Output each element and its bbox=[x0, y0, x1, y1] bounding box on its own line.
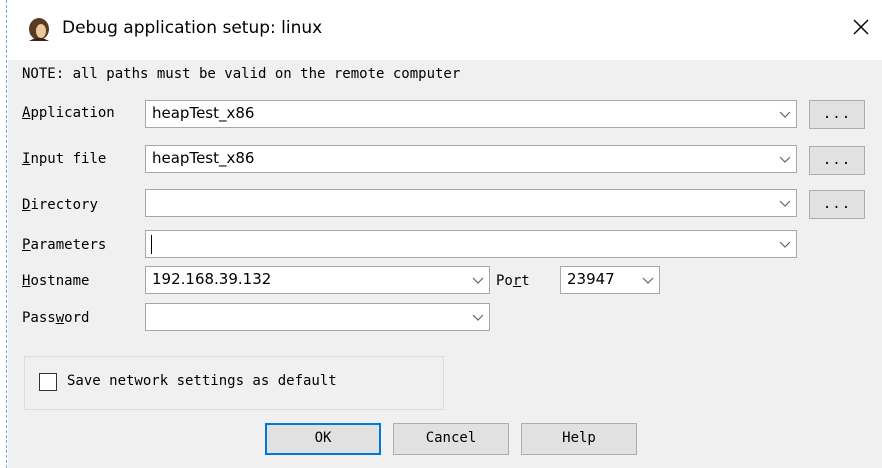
password-combo[interactable] bbox=[145, 303, 490, 331]
application-value: heapTest_x86 bbox=[152, 104, 255, 122]
input-file-combo[interactable]: heapTest_x86 bbox=[145, 145, 797, 173]
save-default-checkbox[interactable] bbox=[39, 373, 57, 391]
chevron-down-icon[interactable] bbox=[778, 107, 792, 121]
dialog-body: NOTE: all paths must be valid on the rem… bbox=[8, 60, 882, 468]
window-title: Debug application setup: linux bbox=[62, 18, 323, 38]
close-icon[interactable] bbox=[846, 12, 876, 42]
cancel-button[interactable]: Cancel bbox=[393, 423, 509, 455]
input-file-value: heapTest_x86 bbox=[152, 149, 255, 167]
port-label: Port bbox=[496, 273, 530, 289]
password-label: Password bbox=[22, 310, 90, 326]
save-default-label[interactable]: Save network settings as default bbox=[67, 373, 337, 389]
save-settings-group: Save network settings as default bbox=[24, 356, 444, 410]
parameters-combo[interactable] bbox=[145, 230, 797, 258]
ok-button[interactable]: OK bbox=[265, 423, 381, 455]
input-file-browse-button[interactable]: ... bbox=[809, 146, 865, 175]
hostname-label: Hostname bbox=[22, 273, 90, 289]
window-edge bbox=[6, 0, 7, 468]
chevron-down-icon[interactable] bbox=[778, 196, 792, 210]
port-value: 23947 bbox=[567, 270, 615, 288]
parameters-label: Parameters bbox=[22, 237, 107, 253]
application-browse-button[interactable]: ... bbox=[809, 100, 865, 129]
directory-browse-button[interactable]: ... bbox=[809, 190, 865, 219]
help-button[interactable]: Help bbox=[521, 423, 637, 455]
ida-debugger-icon bbox=[26, 17, 52, 43]
chevron-down-icon[interactable] bbox=[471, 310, 485, 324]
chevron-down-icon[interactable] bbox=[641, 273, 655, 287]
text-caret bbox=[151, 235, 152, 254]
directory-label: Directory bbox=[22, 197, 98, 213]
application-combo[interactable]: heapTest_x86 bbox=[145, 100, 797, 128]
hostname-value: 192.168.39.132 bbox=[152, 270, 272, 288]
note-text: NOTE: all paths must be valid on the rem… bbox=[22, 66, 461, 82]
application-label: Application bbox=[22, 105, 115, 121]
input-file-label: Input file bbox=[22, 151, 107, 167]
hostname-combo[interactable]: 192.168.39.132 bbox=[145, 266, 490, 294]
directory-combo[interactable] bbox=[145, 189, 797, 217]
chevron-down-icon[interactable] bbox=[778, 152, 792, 166]
port-combo[interactable]: 23947 bbox=[560, 266, 660, 294]
chevron-down-icon[interactable] bbox=[778, 237, 792, 251]
title-bar: Debug application setup: linux bbox=[8, 0, 882, 60]
chevron-down-icon[interactable] bbox=[471, 273, 485, 287]
